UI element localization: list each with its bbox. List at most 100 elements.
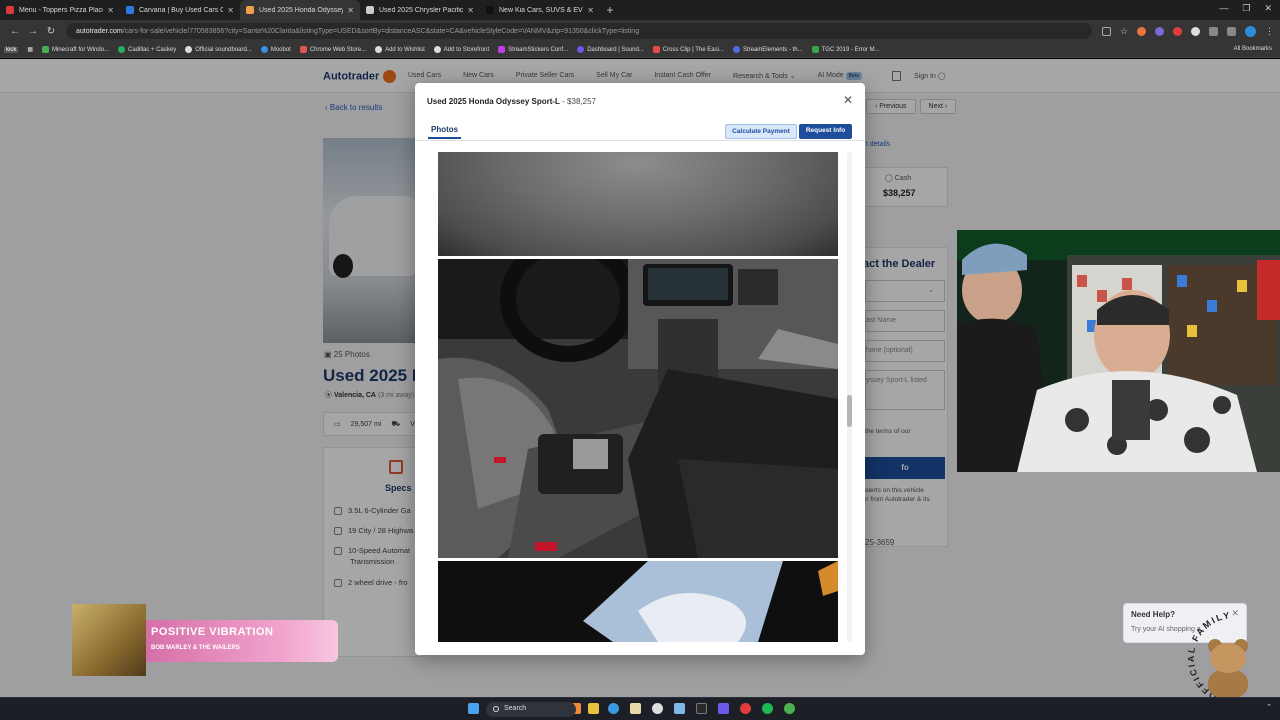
back-icon[interactable]: ← — [6, 26, 24, 37]
photo-modal: Used 2025 Honda Odyssey Sport-L - $38,25… — [415, 83, 865, 655]
close-icon[interactable]: ✕ — [347, 6, 354, 15]
app-icon[interactable] — [630, 703, 641, 714]
close-icon[interactable]: ✕ — [587, 6, 594, 15]
bookmark[interactable]: Minecraft for Windo... — [42, 46, 109, 53]
close-icon[interactable]: ✕ — [107, 6, 114, 15]
chevron-up-icon[interactable]: ⌃ — [1266, 704, 1272, 711]
bookmark[interactable]: Cadillac + Caskey — [118, 46, 176, 53]
bookmark-label: Cadillac + Caskey — [128, 46, 177, 53]
bookmark-label: Minecraft for Windo... — [52, 46, 110, 53]
bear-mascot — [1200, 637, 1256, 699]
help-title: Need Help? — [1131, 610, 1176, 619]
bookmark-label: Cross Clip | The Easi... — [662, 46, 724, 53]
bookmark-icon — [185, 46, 193, 53]
webcam-overlay — [957, 230, 1280, 472]
url-bar[interactable]: autotrader.com/cars-for-sale/vehicle/770… — [66, 23, 1092, 39]
chrome-icon[interactable] — [608, 703, 619, 714]
gallery-photo-interior[interactable] — [438, 259, 838, 558]
bookmark[interactable]: Add to Wishlist — [375, 46, 425, 53]
modal-price: - $38,257 — [559, 97, 596, 106]
gallery-photo-headliner[interactable] — [438, 152, 838, 256]
discord-icon[interactable] — [718, 703, 729, 714]
tab-carvana[interactable]: Carvana | Buy Used Cars Online✕ — [120, 0, 240, 20]
bookmark-label: kick — [4, 46, 19, 53]
windows-start-icon[interactable] — [468, 703, 479, 714]
calculate-payment-button[interactable]: Calculate Payment — [725, 124, 797, 139]
bookmark-icon — [652, 46, 660, 53]
bookmark[interactable]: StreamElements - th... — [732, 46, 803, 53]
apps-icon[interactable]: ▦ — [27, 46, 33, 53]
app-icon[interactable] — [652, 703, 663, 714]
bookmark-icon — [811, 46, 819, 53]
bookmark[interactable]: StreamStickers Conf... — [498, 46, 568, 53]
file-explorer-icon[interactable] — [588, 703, 599, 714]
minimize-icon[interactable]: — — [1219, 3, 1228, 14]
gallery-scrollbar-thumb[interactable] — [847, 395, 852, 427]
bookmark-icon — [299, 46, 307, 53]
bookmark-kick[interactable]: kick — [4, 46, 19, 53]
maximize-icon[interactable]: ❐ — [1242, 3, 1250, 14]
bookmark[interactable]: Chrome Web Store... — [299, 46, 367, 53]
install-icon[interactable] — [1101, 26, 1111, 36]
spotify-icon[interactable] — [762, 703, 773, 714]
steam-icon[interactable] — [674, 703, 685, 714]
app-icon[interactable] — [740, 703, 751, 714]
bookmark-label: StreamElements - th... — [742, 46, 803, 53]
extension-icon[interactable] — [1173, 26, 1182, 36]
request-info-button[interactable]: Request Info — [799, 124, 852, 139]
url-host: autotrader.com — [76, 27, 123, 35]
new-tab-icon[interactable]: + — [600, 0, 620, 20]
bookmark-label: Moobot — [270, 46, 291, 53]
tab-favicon — [6, 6, 14, 14]
modal-title-text: Used 2025 Honda Odyssey Sport-L — [427, 97, 560, 106]
album-art — [72, 604, 146, 676]
tab-favicon — [366, 6, 374, 14]
star-icon[interactable]: ☆ — [1120, 26, 1128, 37]
close-window-icon[interactable]: ✕ — [1264, 3, 1272, 14]
profile-avatar[interactable] — [1245, 25, 1256, 37]
bookmark[interactable]: Dashboard | Sound... — [577, 46, 644, 53]
puzzle-icon[interactable] — [1209, 26, 1218, 36]
taskbar-search[interactable]: Search — [486, 702, 576, 717]
bookmark[interactable]: Cross Clip | The Easi... — [652, 46, 724, 53]
bookmark[interactable]: TGC 2019 - Error M... — [811, 46, 880, 53]
bookmark-icon — [375, 46, 383, 53]
interior-photo-drawing — [438, 259, 838, 558]
photo-gallery[interactable] — [438, 152, 838, 642]
bookmark[interactable]: Official soundboard... — [185, 46, 252, 53]
reload-icon[interactable]: ↻ — [42, 26, 60, 37]
app-icon[interactable] — [696, 703, 707, 714]
bookmark[interactable]: Add to Storefront — [433, 46, 489, 53]
bookmark-icon — [42, 46, 50, 53]
tab-honda-odyssey[interactable]: Used 2025 Honda Odyssey Sport✕ — [240, 0, 360, 20]
sidepanel-icon[interactable] — [1227, 26, 1236, 36]
all-bookmarks[interactable]: All Bookmarks — [1234, 46, 1272, 52]
extension-icon[interactable] — [1155, 26, 1164, 36]
tab-label: Used 2025 Honda Odyssey Sport — [259, 6, 344, 14]
bookmark-icon — [260, 46, 268, 53]
tab-photos[interactable]: Photos — [431, 125, 458, 134]
tab-kia[interactable]: New Kia Cars, SUVS & EVs For ✕ — [480, 0, 600, 20]
bookmark-icon — [498, 46, 506, 53]
bookmarks-bar: kick ▦ Minecraft for Windo... Cadillac +… — [0, 42, 1280, 58]
gallery-photo-sunroof[interactable] — [438, 561, 838, 642]
bookmark-label: TGC 2019 - Error M... — [821, 46, 880, 53]
app-icon[interactable] — [784, 703, 795, 714]
extension-icon[interactable] — [1137, 26, 1146, 36]
bookmark-label: Official soundboard... — [195, 46, 252, 53]
extension-icon[interactable] — [1191, 26, 1200, 36]
close-icon[interactable]: ✕ — [843, 93, 853, 107]
tab-chrysler-pacifica[interactable]: Used 2025 Chrysler Pacifica ✕ — [360, 0, 480, 20]
bear-head — [1210, 643, 1246, 673]
bookmark[interactable]: Moobot — [260, 46, 291, 53]
webcam-feed-drawing — [957, 230, 1280, 472]
close-icon[interactable]: ✕ — [467, 6, 474, 15]
forward-icon[interactable]: → — [24, 26, 42, 37]
menu-icon[interactable]: ⋮ — [1265, 26, 1274, 37]
active-tab-indicator — [428, 137, 461, 139]
tab-toppers[interactable]: Menu - Toppers Pizza Place ✕ — [0, 0, 120, 20]
bookmark-label: Chrome Web Store... — [309, 46, 367, 53]
close-icon[interactable]: ✕ — [227, 6, 234, 15]
bookmark-label: Add to Wishlist — [385, 46, 425, 53]
search-label: Search — [504, 705, 527, 712]
